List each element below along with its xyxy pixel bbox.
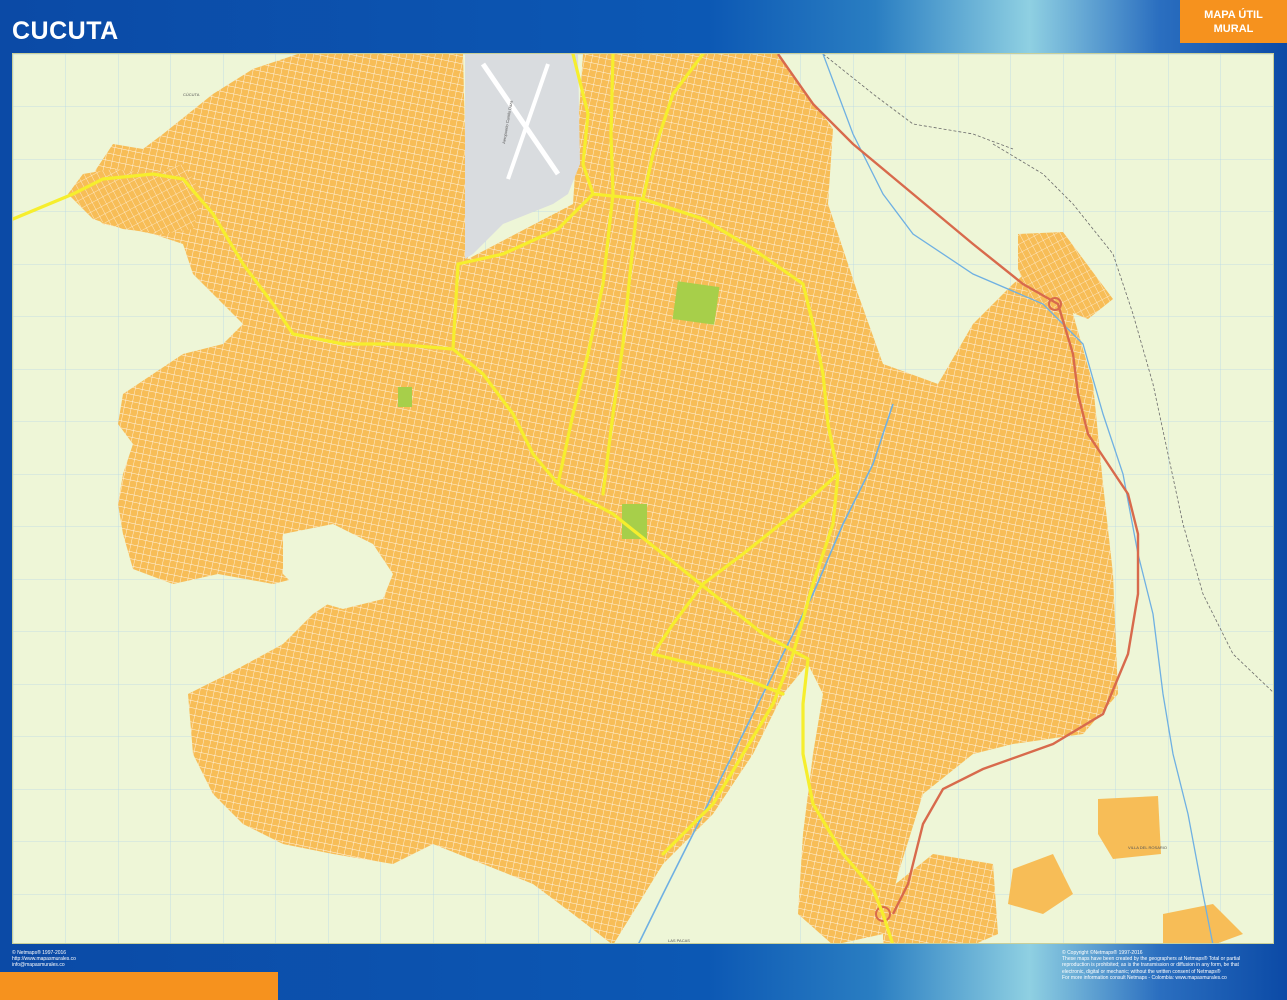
page-title: CUCUTA xyxy=(12,17,119,46)
park-center xyxy=(622,504,647,539)
badge-line-2: MURAL xyxy=(1180,22,1287,36)
label-southeast: VILLA DEL ROSARIO xyxy=(1128,845,1167,850)
map-canvas: Aeropuerto Camilo Daza xyxy=(13,54,1274,944)
badge-line-1: MAPA ÚTIL xyxy=(1180,8,1287,22)
label-south: LAS PACAS xyxy=(668,938,690,943)
legal-line-5: For more information consult Netmaps - C… xyxy=(1062,975,1277,981)
footer-email-link[interactable]: info@mapasmurales.co xyxy=(12,962,76,968)
footer-legal-notice: © Copyright ©Netmaps® 1997-2016 These ma… xyxy=(1062,950,1277,981)
park-north xyxy=(673,281,720,324)
label-northwest: CÚCUTA xyxy=(183,92,200,97)
park-west xyxy=(398,387,412,407)
map-poster: CUCUTA MAPA ÚTIL MURAL xyxy=(0,0,1287,1000)
brand-badge: MAPA ÚTIL MURAL xyxy=(1180,0,1287,43)
city-map[interactable]: Aeropuerto Camilo Daza xyxy=(12,53,1274,944)
footer-left-credits: © Netmaps® 1997-2016 http://www.mapasmur… xyxy=(12,950,76,968)
footer-accent-bar xyxy=(0,972,278,1000)
